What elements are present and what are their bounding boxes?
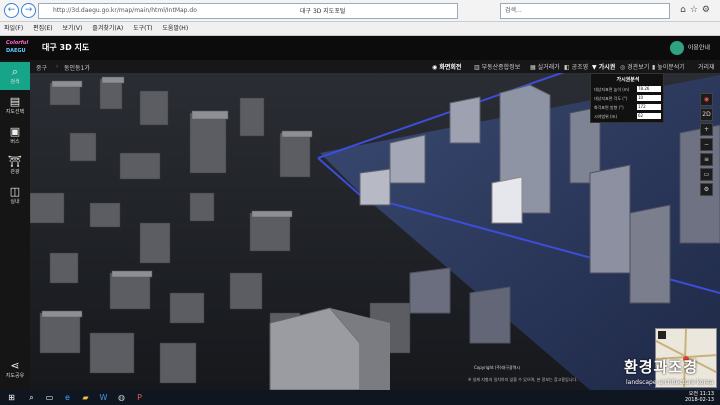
- tool-label: 경관보기: [627, 64, 650, 71]
- windows-start-icon[interactable]: ⊞: [6, 392, 17, 403]
- tool-label: 공조영: [571, 64, 589, 71]
- zoom-out-icon[interactable]: −: [700, 138, 713, 151]
- breadcrumb-dong[interactable]: 동인동1가: [64, 63, 90, 72]
- sidebar-label: 실내: [10, 199, 20, 205]
- row-value-input[interactable]: 78.26: [637, 86, 661, 92]
- panel-row: 대상지표면 높이 (m) 78.26: [594, 86, 664, 93]
- tourism-icon: ⛩: [8, 155, 22, 168]
- sidebar: ⌕ 검색 ▤ 지도선택 ▣ 버스 ⛩ 관광 ◫ 실내 ⋖ 지도공유: [0, 60, 30, 390]
- view-2d-button[interactable]: 2D: [700, 108, 713, 121]
- forward-icon[interactable]: →: [21, 3, 36, 18]
- tool-visibility[interactable]: ▼ 가시권: [592, 62, 615, 71]
- sidebar-item-indoor[interactable]: ◫ 실내: [0, 182, 30, 210]
- sidebar-label: 지도선택: [5, 109, 25, 115]
- compass-icon[interactable]: ◉: [700, 93, 713, 106]
- row-label: 대상지표면 높이 (m): [594, 87, 630, 92]
- word-icon[interactable]: W: [98, 392, 109, 403]
- tool-landscape-view[interactable]: ◎ 경관보기: [620, 62, 649, 71]
- map-copyright: Copyright (주)대구광역시: [474, 365, 521, 370]
- row-label: 시야범위 (m): [594, 114, 618, 119]
- tool-height-analysis[interactable]: ▮ 높이분석기: [652, 62, 685, 71]
- settings-icon[interactable]: ⚙: [700, 183, 713, 196]
- ie-browser-icon[interactable]: e: [62, 392, 73, 403]
- sidebar-item-share[interactable]: ⋖ 지도공유: [0, 356, 30, 384]
- back-icon[interactable]: ←: [4, 3, 19, 18]
- user-guide-icon: [669, 41, 684, 55]
- panel-title: 가시권분석: [616, 77, 640, 83]
- watermark-sub: landscape architecture korea: [626, 379, 714, 386]
- sidebar-label: 버스: [10, 139, 20, 145]
- menu-tools[interactable]: 도구(T): [133, 25, 152, 32]
- chevron-right-icon: ›: [56, 63, 59, 70]
- breadcrumb-district[interactable]: 중구: [36, 63, 47, 72]
- app-icon[interactable]: ◍: [116, 392, 127, 403]
- browser-search-input[interactable]: 검색...: [500, 3, 670, 19]
- visibility-analysis-panel: 가시권분석 대상지표면 높이 (m) 78.26 대상지표면 각도 (°) 10…: [590, 73, 664, 123]
- logo-line2: DAEGU: [6, 48, 26, 54]
- panel-row: 대상지표면 각도 (°) 10: [594, 95, 664, 102]
- app-header: Colorful DAEGU 대구 3D 지도 이용안내: [0, 36, 720, 60]
- browser-toolbar: ← → http://3d.daegu.go.kr/map/main/html/…: [0, 0, 720, 22]
- panel-row: 화각표면 방향 (°) 172: [594, 104, 664, 111]
- bus-icon: ▣: [9, 125, 21, 138]
- sidebar-item-tourism[interactable]: ⛩ 관광: [0, 152, 30, 180]
- tool-distance[interactable]: 거리재: [698, 62, 715, 71]
- menu-view[interactable]: 보기(V): [63, 25, 83, 32]
- clock-date: 2018-02-13: [684, 397, 714, 403]
- row-label: 대상지표면 각도 (°): [594, 96, 628, 101]
- tool-label: 높이분석기: [657, 64, 685, 71]
- user-guide-button[interactable]: 이용안내: [669, 41, 710, 56]
- street-view-icon[interactable]: ▭: [700, 168, 713, 181]
- app-title: 대구 3D 지도: [42, 43, 90, 52]
- search-icon: ⌕: [11, 65, 19, 78]
- file-explorer-icon[interactable]: ▰: [80, 392, 91, 403]
- rotate-label: 화면회전: [439, 64, 462, 71]
- browser-tab-title[interactable]: 대구 3D 지도포털: [300, 6, 345, 15]
- indoor-icon: ◫: [9, 185, 21, 198]
- menu-favorites[interactable]: 즐겨찾기(A): [92, 25, 123, 32]
- sidebar-item-map-select[interactable]: ▤ 지도선택: [0, 92, 30, 120]
- tool-label: 실거래가: [537, 64, 560, 71]
- sidebar-label: 검색: [10, 79, 20, 85]
- map-notice: ※ 실제 지형과 일치하지 않을 수 있으며, 본 정보는 참고용입니다.: [468, 377, 578, 382]
- powerpoint-icon[interactable]: P: [134, 392, 145, 403]
- rotate-screen-button[interactable]: ◉ 화면회전: [432, 62, 461, 71]
- menu-help[interactable]: 도움말(H): [162, 25, 188, 32]
- browser-icons[interactable]: ⌂☆⚙: [680, 5, 714, 15]
- menu-edit[interactable]: 편집(E): [33, 25, 53, 32]
- share-icon: ⋖: [10, 359, 20, 372]
- row-value-input[interactable]: 62: [637, 113, 661, 119]
- watermark: 환경과조경: [624, 358, 699, 376]
- tool-label: 가시권: [598, 64, 616, 71]
- tool-label: 거리재: [698, 64, 715, 71]
- zoom-in-icon[interactable]: +: [700, 123, 713, 136]
- taskbar: ⊞ ⌕ ▭ e ▰ W ◍ P 오전 11:13 2018-02-13: [0, 390, 720, 405]
- task-view-icon[interactable]: ▭: [44, 392, 55, 403]
- menu-file[interactable]: 파일(F): [4, 25, 23, 32]
- map-toolbar: 중구 › 동인동1가 ◉ 화면회전 ▥ 부동산종합정보 ▦ 실거래가 ◧ 공조영…: [30, 60, 720, 73]
- sidebar-label: 지도공유: [5, 373, 25, 379]
- tool-real-estate[interactable]: ▥ 부동산종합정보: [474, 62, 520, 71]
- system-clock: 오전 11:13 2018-02-13: [685, 391, 714, 403]
- sidebar-item-bus[interactable]: ▣ 버스: [0, 122, 30, 150]
- panel-row: 시야범위 (m) 62: [594, 113, 664, 120]
- row-value-input[interactable]: 10: [637, 95, 661, 101]
- user-guide-label: 이용안내: [687, 44, 710, 52]
- row-label: 화각표면 방향 (°): [594, 105, 624, 110]
- tool-transaction-price[interactable]: ▦ 실거래가: [530, 62, 560, 71]
- tool-label: 부동산종합정보: [481, 64, 521, 71]
- row-value-input[interactable]: 172: [637, 104, 661, 110]
- search-icon[interactable]: ⌕: [26, 392, 37, 403]
- sidebar-item-search[interactable]: ⌕ 검색: [0, 62, 30, 90]
- logo-line1: Colorful: [6, 40, 29, 46]
- tool-aerial[interactable]: ◧ 공조영: [564, 62, 588, 71]
- map-select-icon: ▤: [9, 95, 21, 108]
- map-controls: ◉ 2D + − ≡ ▭ ⚙: [700, 93, 714, 198]
- layer-icon[interactable]: ≡: [700, 153, 713, 166]
- sidebar-label: 관광: [10, 169, 20, 175]
- browser-menu-bar: 파일(F) 편집(E) 보기(V) 즐겨찾기(A) 도구(T) 도움말(H): [0, 22, 720, 36]
- daegu-logo[interactable]: Colorful DAEGU: [6, 39, 36, 57]
- address-bar[interactable]: http://3d.daegu.go.kr/map/main/html/IntM…: [38, 3, 458, 19]
